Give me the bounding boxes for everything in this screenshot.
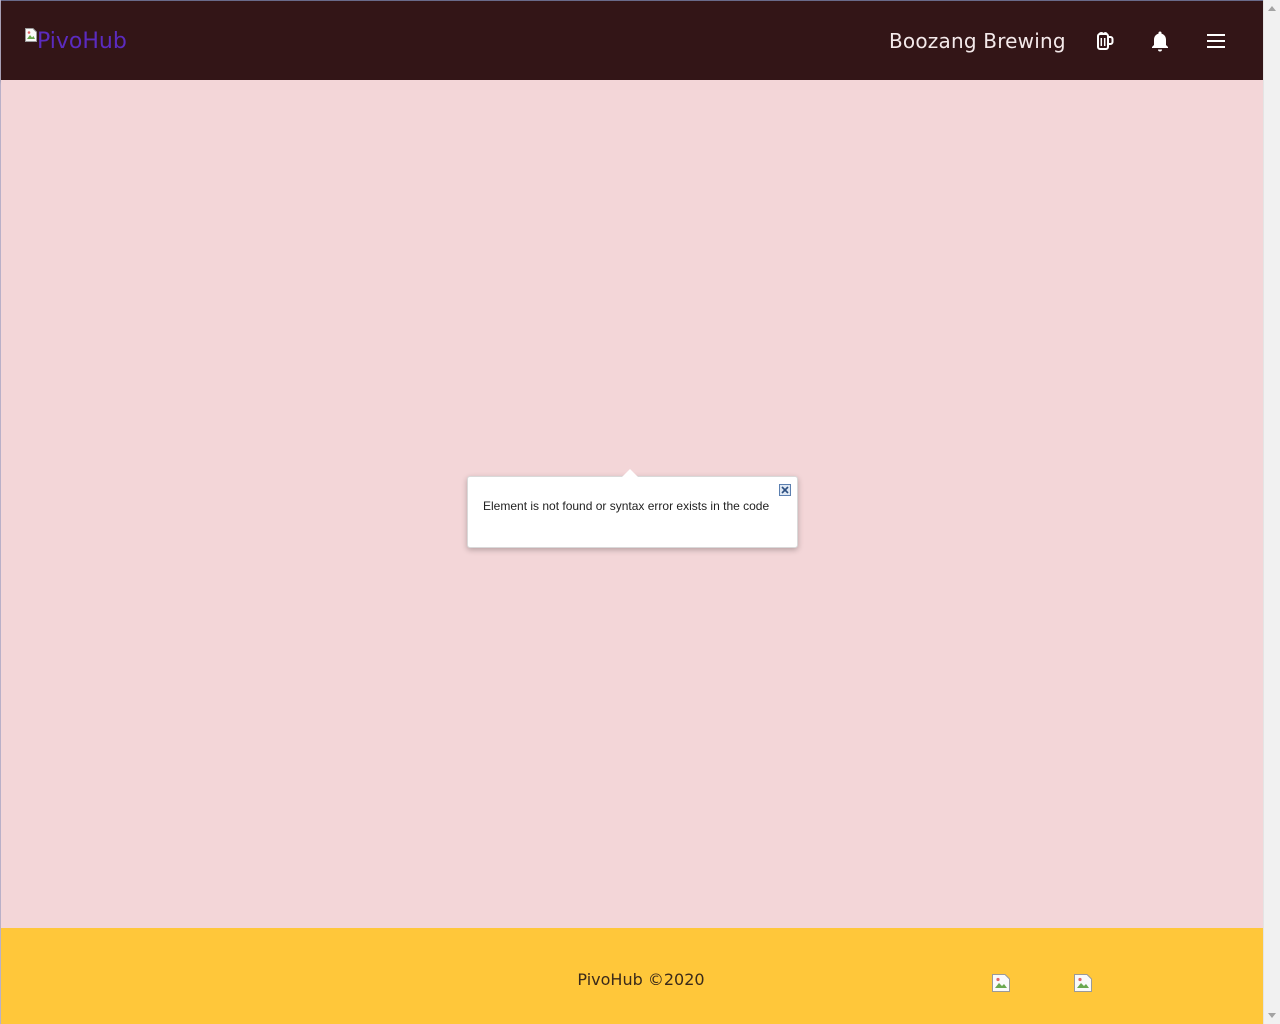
top-navbar: PivoHub Boozang Brewing [1, 0, 1264, 80]
app-viewport: PivoHub Boozang Brewing Element is not f… [0, 0, 1264, 1024]
broken-image-icon [25, 28, 37, 42]
scroll-down-icon[interactable] [1268, 1013, 1276, 1018]
footer-link-image-1[interactable] [992, 974, 1010, 992]
error-message: Element is not found or syntax error exi… [483, 499, 770, 513]
footer-link-image-2[interactable] [1074, 974, 1092, 992]
hamburger-menu-icon [1207, 34, 1225, 48]
tooltip-arrow [622, 469, 638, 477]
vertical-scrollbar[interactable] [1263, 0, 1280, 1024]
notifications-button[interactable] [1144, 25, 1176, 57]
beer-mug-icon [1097, 31, 1114, 50]
brewery-name[interactable]: Boozang Brewing [889, 26, 1066, 56]
menu-button[interactable] [1200, 25, 1232, 57]
beer-mug-button[interactable] [1089, 25, 1121, 57]
bell-icon [1152, 31, 1168, 52]
scroll-up-icon[interactable] [1268, 6, 1276, 11]
pivohub-logo[interactable]: PivoHub [25, 28, 127, 58]
close-icon[interactable] [779, 483, 791, 496]
error-tooltip: Element is not found or syntax error exi… [467, 469, 798, 548]
footer: PivoHub ©2020 [1, 928, 1264, 1024]
logo-alt-text: PivoHub [37, 29, 127, 54]
